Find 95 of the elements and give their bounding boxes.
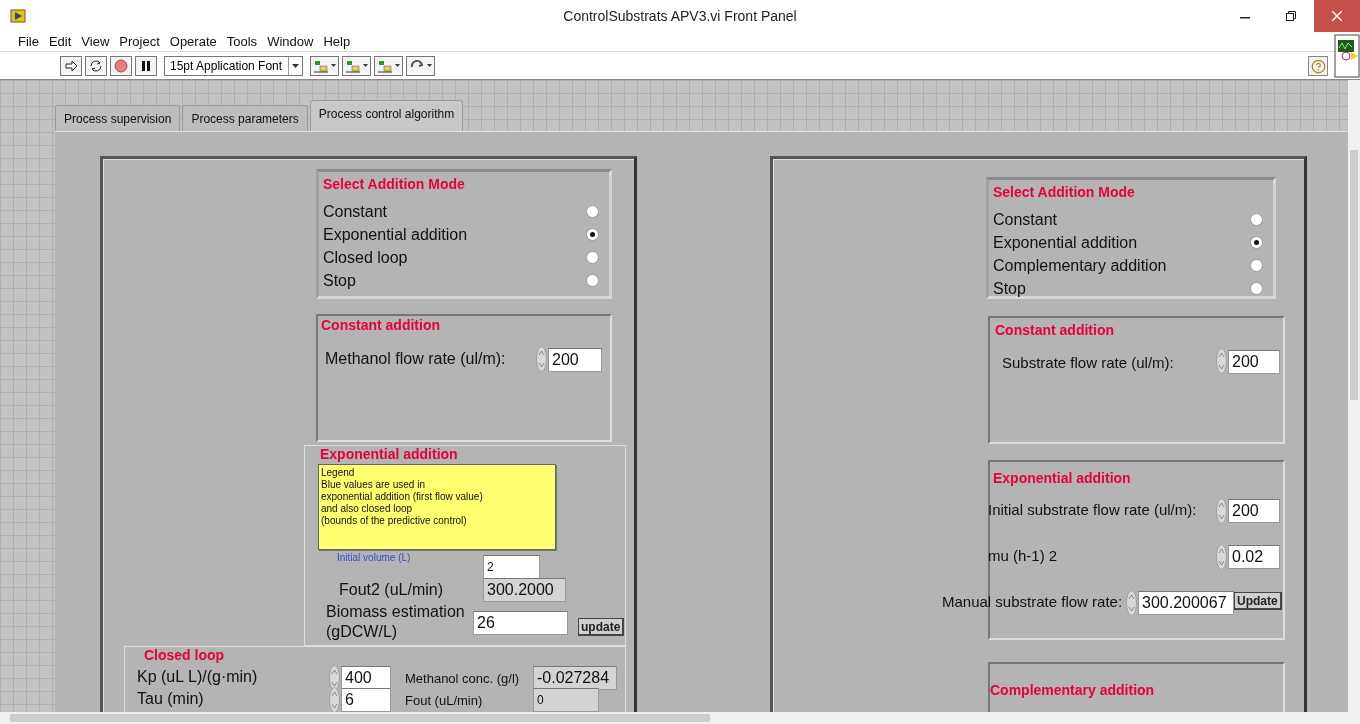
- indicator-field[interactable]: -0.027284: [533, 666, 617, 690]
- radio-button[interactable]: [586, 205, 599, 218]
- option-label: Complementary addition: [993, 256, 1167, 275]
- radio-button[interactable]: [586, 228, 599, 241]
- tab[interactable]: Process parameters: [182, 105, 308, 131]
- field-label: Manual substrate flow rate:: [942, 593, 1123, 610]
- field-label: Fout2 (uL/min): [339, 581, 444, 599]
- spinner-icon[interactable]: [1216, 544, 1227, 570]
- group-title: Select Addition Mode: [993, 184, 1135, 200]
- group-title: Constant addition: [995, 322, 1114, 338]
- spinner-icon[interactable]: [1216, 348, 1227, 374]
- spinner-icon[interactable]: [1126, 590, 1137, 616]
- caret-icon: [427, 64, 433, 67]
- numeric-field[interactable]: 300.200067: [1138, 591, 1234, 615]
- group-title: Exponential addition: [320, 446, 458, 462]
- vertical-scrollbar[interactable]: [1348, 80, 1360, 712]
- radio-button[interactable]: [1250, 236, 1263, 249]
- run-button[interactable]: [60, 55, 82, 76]
- restore-icon: [1286, 11, 1296, 21]
- app-icon: [10, 8, 26, 24]
- radio-button[interactable]: [586, 274, 599, 287]
- update-button[interactable]: update: [578, 618, 625, 636]
- caret-icon: [292, 63, 300, 68]
- indicator-field[interactable]: 300.2000: [483, 578, 566, 602]
- toolbar-dropdown[interactable]: [374, 55, 404, 76]
- output-label: Fout (uL/min): [405, 693, 483, 708]
- option-label: Constant: [993, 210, 1058, 229]
- caret-icon: [331, 64, 337, 67]
- group-title: Closed loop: [144, 647, 225, 663]
- numeric-field[interactable]: 6: [341, 688, 391, 712]
- run-continuously-button[interactable]: [85, 55, 107, 76]
- close-icon: [1332, 11, 1342, 21]
- menu-item[interactable]: Operate: [165, 34, 221, 49]
- menu-item[interactable]: Window: [263, 34, 318, 49]
- toolbar-dropdown[interactable]: [310, 55, 340, 76]
- menu-item[interactable]: Edit: [44, 34, 76, 49]
- caret-icon: [395, 64, 401, 67]
- group-title: Exponential addition: [993, 470, 1131, 486]
- field-label: Biomass estimation (gDCW/L): [326, 602, 466, 642]
- numeric-field[interactable]: 400: [341, 666, 391, 690]
- spinner-icon[interactable]: [1216, 498, 1227, 524]
- font-dropdown[interactable]: 15pt Application Font: [164, 55, 304, 76]
- abort-button[interactable]: [110, 55, 132, 76]
- group-title: Complementary addition: [990, 682, 1155, 698]
- menu-item[interactable]: Project: [115, 34, 164, 49]
- help-icon: [1310, 58, 1326, 74]
- pause-button[interactable]: [135, 55, 157, 76]
- text-field[interactable]: 2: [483, 555, 540, 579]
- menu-item[interactable]: View: [77, 34, 114, 49]
- field-label: Substrate flow rate (ul/m):: [1002, 354, 1174, 371]
- field-label: Initial substrate flow rate (ul/m):: [988, 501, 1197, 518]
- option-label: Constant: [323, 202, 388, 221]
- spinner-icon[interactable]: [536, 346, 547, 372]
- caret-icon: [363, 64, 369, 67]
- radio-button[interactable]: [1250, 282, 1263, 295]
- arrow-icon: [63, 58, 79, 73]
- vi-icon[interactable]: [1334, 34, 1360, 78]
- tab[interactable]: Process control algorithm: [309, 100, 464, 131]
- radio-button[interactable]: [586, 251, 599, 264]
- radio-button[interactable]: [1250, 213, 1263, 226]
- numeric-field[interactable]: 200: [1228, 350, 1280, 374]
- field-label: Methanol flow rate (ul/m):: [325, 350, 506, 368]
- option-label: Stop: [323, 271, 356, 290]
- numeric-field[interactable]: 200: [1228, 499, 1280, 523]
- tab[interactable]: Process supervision: [55, 105, 181, 131]
- menu-item[interactable]: File: [14, 34, 43, 49]
- window-title: ControlSubstrats APV3.vi Front Panel: [563, 8, 797, 24]
- field-label: Initial volume (L): [337, 552, 411, 563]
- option-label: Closed loop: [323, 248, 408, 267]
- field-label: Tau (min): [137, 690, 204, 708]
- group-title: Constant addition: [321, 317, 440, 333]
- option-label: Stop: [993, 279, 1026, 298]
- group-title: Select Addition Mode: [323, 176, 465, 192]
- field-label: Kp (uL L)/(g·min): [137, 668, 258, 686]
- radio-button[interactable]: [1250, 259, 1263, 272]
- option-label: Exponential addition: [993, 233, 1138, 252]
- option-label: Exponential addition: [323, 225, 468, 244]
- numeric-field[interactable]: 0.02: [1228, 545, 1280, 569]
- field-label: mu (h-1) 2: [988, 547, 1058, 564]
- toolbar-dropdown[interactable]: [406, 55, 436, 76]
- legend-note: Legend Blue values are used in exponential addition (first flow value) and also closed loop (bounds of the predictive control): [318, 464, 556, 550]
- help-button[interactable]: [1308, 56, 1328, 76]
- menu-item[interactable]: Help: [319, 34, 355, 49]
- spinner-icon[interactable]: [329, 687, 340, 712]
- toolbar-dropdown[interactable]: [342, 55, 372, 76]
- numeric-field[interactable]: 200: [548, 348, 602, 372]
- cycle-arrows-icon: [88, 58, 104, 73]
- stop-circle-icon: [113, 58, 129, 73]
- indicator-field[interactable]: 0: [533, 688, 599, 712]
- menu-item[interactable]: Tools: [222, 34, 262, 49]
- update-button[interactable]: Update: [1234, 592, 1282, 610]
- horizontal-scrollbar[interactable]: [0, 712, 1360, 724]
- spinner-icon[interactable]: [329, 665, 340, 691]
- output-label: Methanol conc. (g/l): [405, 671, 520, 686]
- text-field[interactable]: 26: [473, 611, 568, 635]
